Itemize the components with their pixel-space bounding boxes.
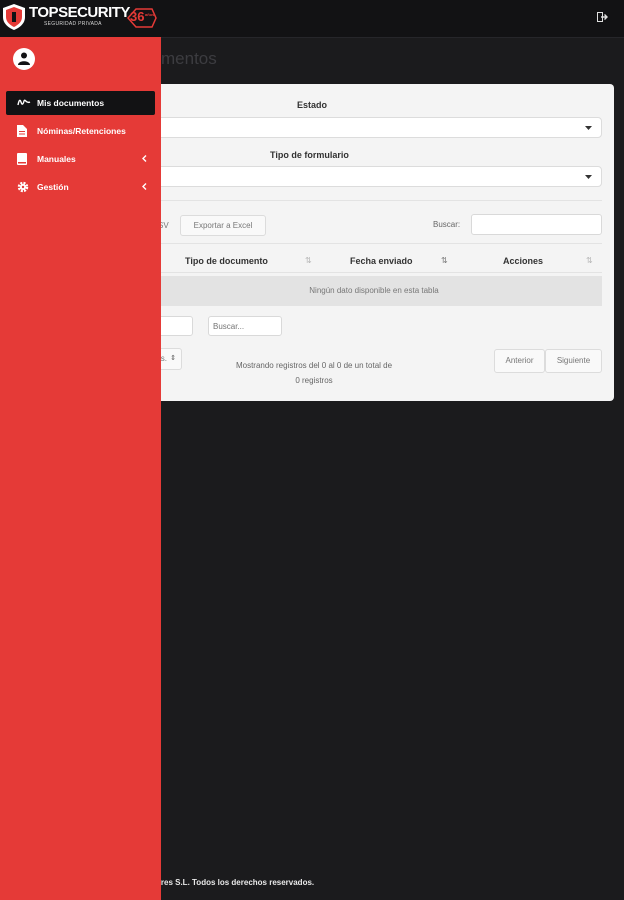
next-page-button[interactable]: Siguiente <box>545 349 602 373</box>
sidebar-item-label: Gestión <box>37 182 69 192</box>
sort-icon[interactable]: ⇅ <box>586 256 593 265</box>
logout-icon[interactable] <box>597 12 608 22</box>
sidebar-item-label: Mis documentos <box>37 98 105 108</box>
search-input[interactable] <box>471 214 602 235</box>
column-header-acciones[interactable]: Acciones <box>503 256 543 266</box>
anniversary-badge: 36 años <box>126 6 158 30</box>
sidebar-item-nominas-retenciones[interactable]: Nóminas/Retenciones <box>6 119 155 143</box>
column-header-fecha-enviado[interactable]: Fecha enviado <box>350 256 413 266</box>
page-title: mentos <box>161 49 217 68</box>
brand-tagline: SEGURIDAD PRIVADA <box>44 21 102 27</box>
estado-label: Estado <box>297 100 328 110</box>
book-icon <box>17 153 27 165</box>
tipo-formulario-label: Tipo de formulario <box>270 150 349 160</box>
header-divider <box>146 272 602 273</box>
divider <box>146 200 602 201</box>
tipo-formulario-select[interactable] <box>146 166 602 187</box>
sort-icon[interactable]: ⇅ <box>305 256 312 265</box>
chevron-left-icon <box>142 183 147 190</box>
badge-suffix: años <box>145 12 155 17</box>
search-label: Buscar: <box>433 220 461 229</box>
sort-desc-icon[interactable]: ⇅ <box>441 256 448 265</box>
caret-down-icon <box>585 175 592 179</box>
top-navbar: TOPSECURITY SEGURIDAD PRIVADA 36 años <box>0 0 624 38</box>
column-search-input-2[interactable] <box>208 316 282 336</box>
table-info-line1: Mostrando registros del 0 al 0 de un tot… <box>235 361 393 370</box>
file-icon <box>17 125 27 137</box>
gear-icon <box>17 181 29 193</box>
badge-number: 36 <box>130 9 145 24</box>
table-info: Mostrando registros del 0 al 0 de un tot… <box>214 358 414 388</box>
updown-icon: ⇕ <box>170 355 176 362</box>
estado-select[interactable] <box>146 117 602 138</box>
shield-logo-icon <box>3 4 25 30</box>
sidebar-item-label: Manuales <box>37 154 76 164</box>
export-excel-button[interactable]: Exportar a Excel <box>180 215 266 236</box>
signature-icon <box>17 99 31 106</box>
chevron-left-icon <box>142 155 147 162</box>
caret-down-icon <box>585 126 592 130</box>
table-info-line2: 0 registros <box>295 376 333 385</box>
footer-copyright: ores S.L. Todos los derechos reservados. <box>156 878 315 887</box>
empty-table-row: Ningún dato disponible en esta tabla <box>146 276 602 306</box>
brand-name: TOPSECURITY <box>29 4 130 21</box>
sidebar: Mis documentos Nóminas/Retenciones Manua… <box>0 37 161 900</box>
documents-card: Estado Tipo de formulario SV Exportar a … <box>146 84 614 401</box>
sidebar-item-gestion[interactable]: Gestión <box>6 175 155 199</box>
sidebar-item-mis-documentos[interactable]: Mis documentos <box>6 91 155 115</box>
sidebar-item-manuales[interactable]: Manuales <box>6 147 155 171</box>
user-avatar[interactable] <box>13 48 35 70</box>
page-length-value: s. <box>160 354 167 363</box>
sidebar-item-label: Nóminas/Retenciones <box>37 126 126 136</box>
table-divider <box>146 243 602 244</box>
previous-page-button[interactable]: Anterior <box>494 349 545 373</box>
column-header-tipo-documento[interactable]: Tipo de documento <box>185 256 268 266</box>
user-icon <box>18 52 30 65</box>
